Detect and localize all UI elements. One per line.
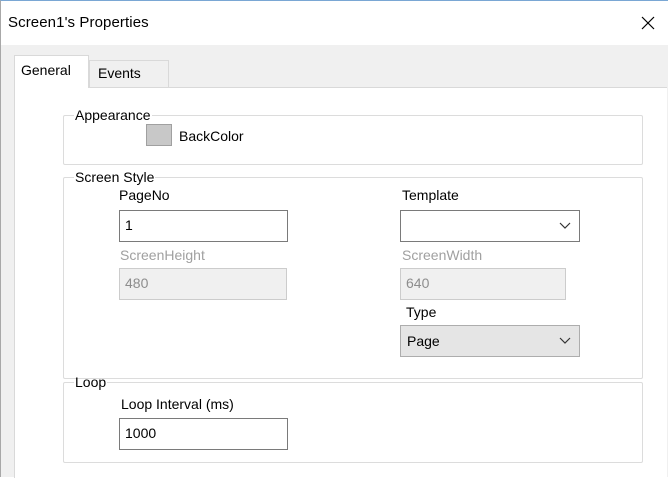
type-dropdown[interactable]: Page	[400, 325, 580, 357]
window-title: Screen1's Properties	[8, 14, 149, 31]
type-value: Page	[407, 333, 440, 349]
screen-style-legend: Screen Style	[75, 169, 155, 185]
back-color-label: BackColor	[179, 128, 244, 144]
properties-window: Screen1's Properties General Events Appe…	[0, 0, 668, 478]
title-bar: Screen1's Properties	[1, 1, 668, 45]
screen-height-input: 480	[119, 268, 287, 300]
chevron-down-icon	[559, 222, 571, 229]
loop-interval-label: Loop Interval (ms)	[121, 396, 234, 412]
loop-interval-input[interactable]: 1000	[119, 418, 288, 450]
loop-legend: Loop	[75, 374, 107, 390]
page-no-label: PageNo	[119, 187, 170, 203]
close-icon	[641, 16, 655, 30]
screen-width-input: 640	[400, 268, 566, 300]
back-color-swatch[interactable]	[146, 124, 172, 146]
template-dropdown[interactable]	[400, 210, 580, 242]
page-no-input[interactable]: 1	[119, 210, 288, 242]
type-label: Type	[406, 304, 437, 320]
screen-height-label: ScreenHeight	[120, 247, 205, 263]
tab-events[interactable]: Events	[89, 60, 169, 88]
chevron-down-icon	[559, 337, 571, 344]
template-label: Template	[402, 187, 459, 203]
general-tab-panel: Appearance BackColor Screen Style PageNo…	[14, 87, 667, 478]
tab-strip: General Events	[1, 45, 668, 88]
appearance-legend: Appearance	[75, 107, 151, 123]
screen-width-label: ScreenWidth	[402, 247, 483, 263]
close-button[interactable]	[628, 1, 668, 45]
tab-general[interactable]: General	[14, 55, 89, 88]
